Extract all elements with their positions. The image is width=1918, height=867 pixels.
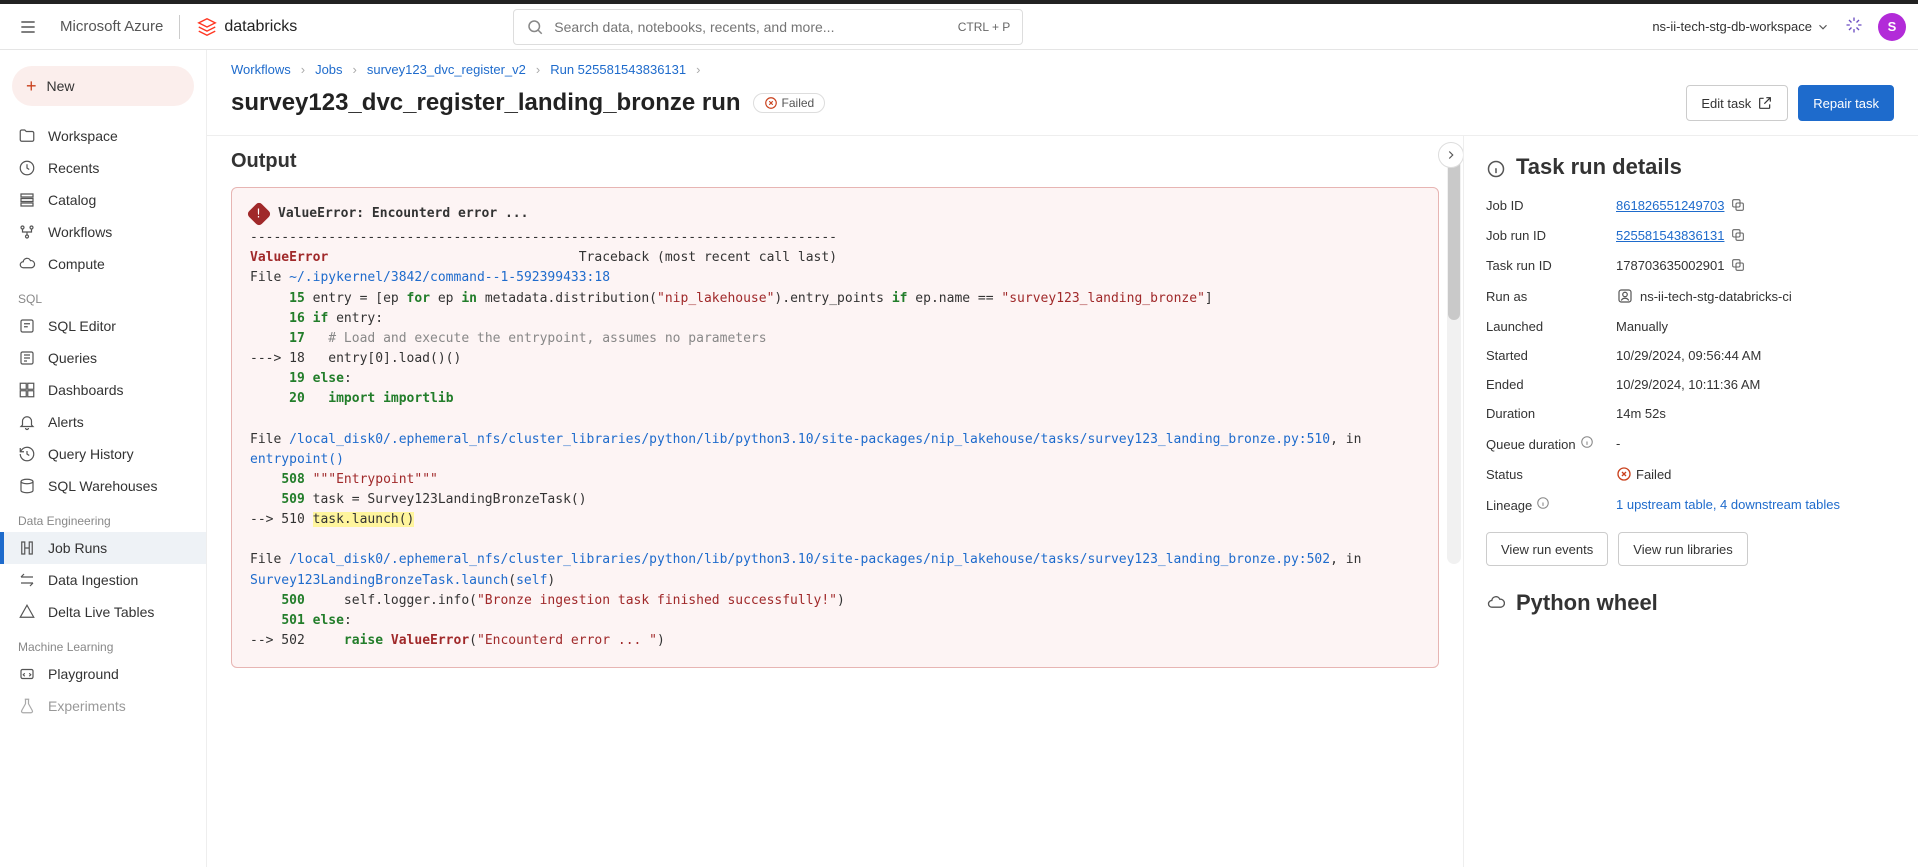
sidebar-item-workspace[interactable]: Workspace [0, 120, 206, 152]
menu-toggle[interactable] [12, 11, 44, 43]
breadcrumb-run[interactable]: Run 525581543836131 [550, 62, 686, 77]
plus-icon: + [26, 76, 37, 97]
search-icon [526, 18, 544, 36]
sidebar-item-dashboards[interactable]: Dashboards [0, 374, 206, 406]
error-output: ! ValueError: Encounterd error ... -----… [231, 187, 1439, 668]
launched: Manually [1616, 319, 1896, 334]
service-principal-icon [1616, 287, 1634, 305]
details-panel: Task run details Job ID861826551249703 J… [1463, 136, 1918, 867]
panel-collapse-toggle[interactable] [1438, 142, 1463, 168]
python-wheel-heading: Python wheel [1516, 590, 1658, 616]
ingestion-icon [18, 571, 36, 589]
package-icon [1486, 593, 1506, 613]
page-title: survey123_dvc_register_landing_bronze ru… [231, 89, 741, 117]
breadcrumb-jobs[interactable]: Jobs [315, 62, 342, 77]
copy-icon[interactable] [1730, 257, 1746, 273]
failed-icon [764, 96, 778, 110]
cloud-icon [18, 255, 36, 273]
error-summary: ValueError: Encounterd error ... [278, 204, 528, 224]
output-scrollbar[interactable] [1447, 144, 1461, 564]
warehouse-icon [18, 477, 36, 495]
traceback: ----------------------------------------… [250, 228, 1420, 651]
task-run-id: 178703635002901 [1616, 258, 1724, 273]
view-run-events-button[interactable]: View run events [1486, 532, 1608, 566]
dlt-icon [18, 603, 36, 621]
workflows-icon [18, 223, 36, 241]
repair-task-button[interactable]: Repair task [1798, 85, 1894, 121]
breadcrumb-workflows[interactable]: Workflows [231, 62, 291, 77]
divider [179, 15, 180, 39]
sidebar-item-workflows[interactable]: Workflows [0, 216, 206, 248]
error-icon: ! [246, 201, 271, 226]
runs-icon [18, 539, 36, 557]
sidebar-item-experiments[interactable]: Experiments [0, 690, 206, 722]
workspace-selector[interactable]: ns-ii-tech-stg-db-workspace [1652, 19, 1830, 34]
sidebar-item-queries[interactable]: Queries [0, 342, 206, 374]
sidebar-item-catalog[interactable]: Catalog [0, 184, 206, 216]
info-icon[interactable] [1580, 435, 1594, 449]
folder-icon [18, 127, 36, 145]
queue-duration: - [1616, 436, 1896, 451]
ended: 10/29/2024, 10:11:36 AM [1616, 377, 1896, 392]
chevron-right-icon [1444, 148, 1458, 162]
breadcrumb-job-name[interactable]: survey123_dvc_register_v2 [367, 62, 526, 77]
chevron-down-icon [1816, 20, 1830, 34]
job-id-link[interactable]: 861826551249703 [1616, 198, 1724, 213]
de-section-label: Data Engineering [0, 502, 206, 532]
info-icon[interactable] [1536, 496, 1550, 510]
sidebar-item-compute[interactable]: Compute [0, 248, 206, 280]
history-icon [18, 445, 36, 463]
started: 10/29/2024, 09:56:44 AM [1616, 348, 1896, 363]
sidebar-item-recents[interactable]: Recents [0, 152, 206, 184]
lineage-link[interactable]: 1 upstream table, 4 downstream tables [1616, 497, 1840, 512]
catalog-icon [18, 191, 36, 209]
new-button[interactable]: + New [12, 66, 194, 106]
view-run-libraries-button[interactable]: View run libraries [1618, 532, 1747, 566]
status-badge: Failed [753, 93, 826, 113]
search-shortcut: CTRL + P [958, 20, 1011, 34]
bell-icon [18, 413, 36, 431]
assistant-icon[interactable] [1844, 15, 1864, 38]
info-icon [1486, 159, 1506, 179]
queries-icon [18, 349, 36, 367]
sidebar-item-sql-warehouses[interactable]: SQL Warehouses [0, 470, 206, 502]
cloud-product-label: Microsoft Azure [60, 18, 163, 35]
sidebar-item-sql-editor[interactable]: SQL Editor [0, 310, 206, 342]
duration: 14m 52s [1616, 406, 1896, 421]
sidebar-item-playground[interactable]: Playground [0, 658, 206, 690]
copy-icon[interactable] [1730, 197, 1746, 213]
failed-icon [1616, 466, 1632, 482]
search-input[interactable] [554, 19, 947, 35]
databricks-icon [196, 16, 218, 38]
sidebar-item-alerts[interactable]: Alerts [0, 406, 206, 438]
dashboards-icon [18, 381, 36, 399]
ml-section-label: Machine Learning [0, 628, 206, 658]
run-as: ns-ii-tech-stg-databricks-ci [1640, 289, 1792, 304]
details-heading: Task run details [1516, 154, 1682, 180]
sidebar-item-query-history[interactable]: Query History [0, 438, 206, 470]
breadcrumb: Workflows› Jobs› survey123_dvc_register_… [231, 62, 1894, 77]
output-panel: Output ! ValueError: Encounterd error ..… [207, 136, 1463, 867]
clock-icon [18, 159, 36, 177]
editor-icon [18, 317, 36, 335]
flask-icon [18, 697, 36, 715]
external-link-icon [1757, 95, 1773, 111]
copy-icon[interactable] [1730, 227, 1746, 243]
edit-task-button[interactable]: Edit task [1686, 85, 1788, 121]
sql-section-label: SQL [0, 280, 206, 310]
sidebar-item-data-ingestion[interactable]: Data Ingestion [0, 564, 206, 596]
status-value: Failed [1616, 466, 1671, 482]
output-heading: Output [231, 150, 1439, 173]
global-search[interactable]: CTRL + P [513, 9, 1023, 45]
sidebar-item-delta-live-tables[interactable]: Delta Live Tables [0, 596, 206, 628]
sidebar: + New Workspace Recents Catalog Workflow… [0, 50, 207, 867]
job-run-id-link[interactable]: 525581543836131 [1616, 228, 1724, 243]
user-avatar[interactable]: S [1878, 13, 1906, 41]
playground-icon [18, 665, 36, 683]
sidebar-item-job-runs[interactable]: Job Runs [0, 532, 206, 564]
databricks-logo[interactable]: databricks [196, 16, 297, 38]
